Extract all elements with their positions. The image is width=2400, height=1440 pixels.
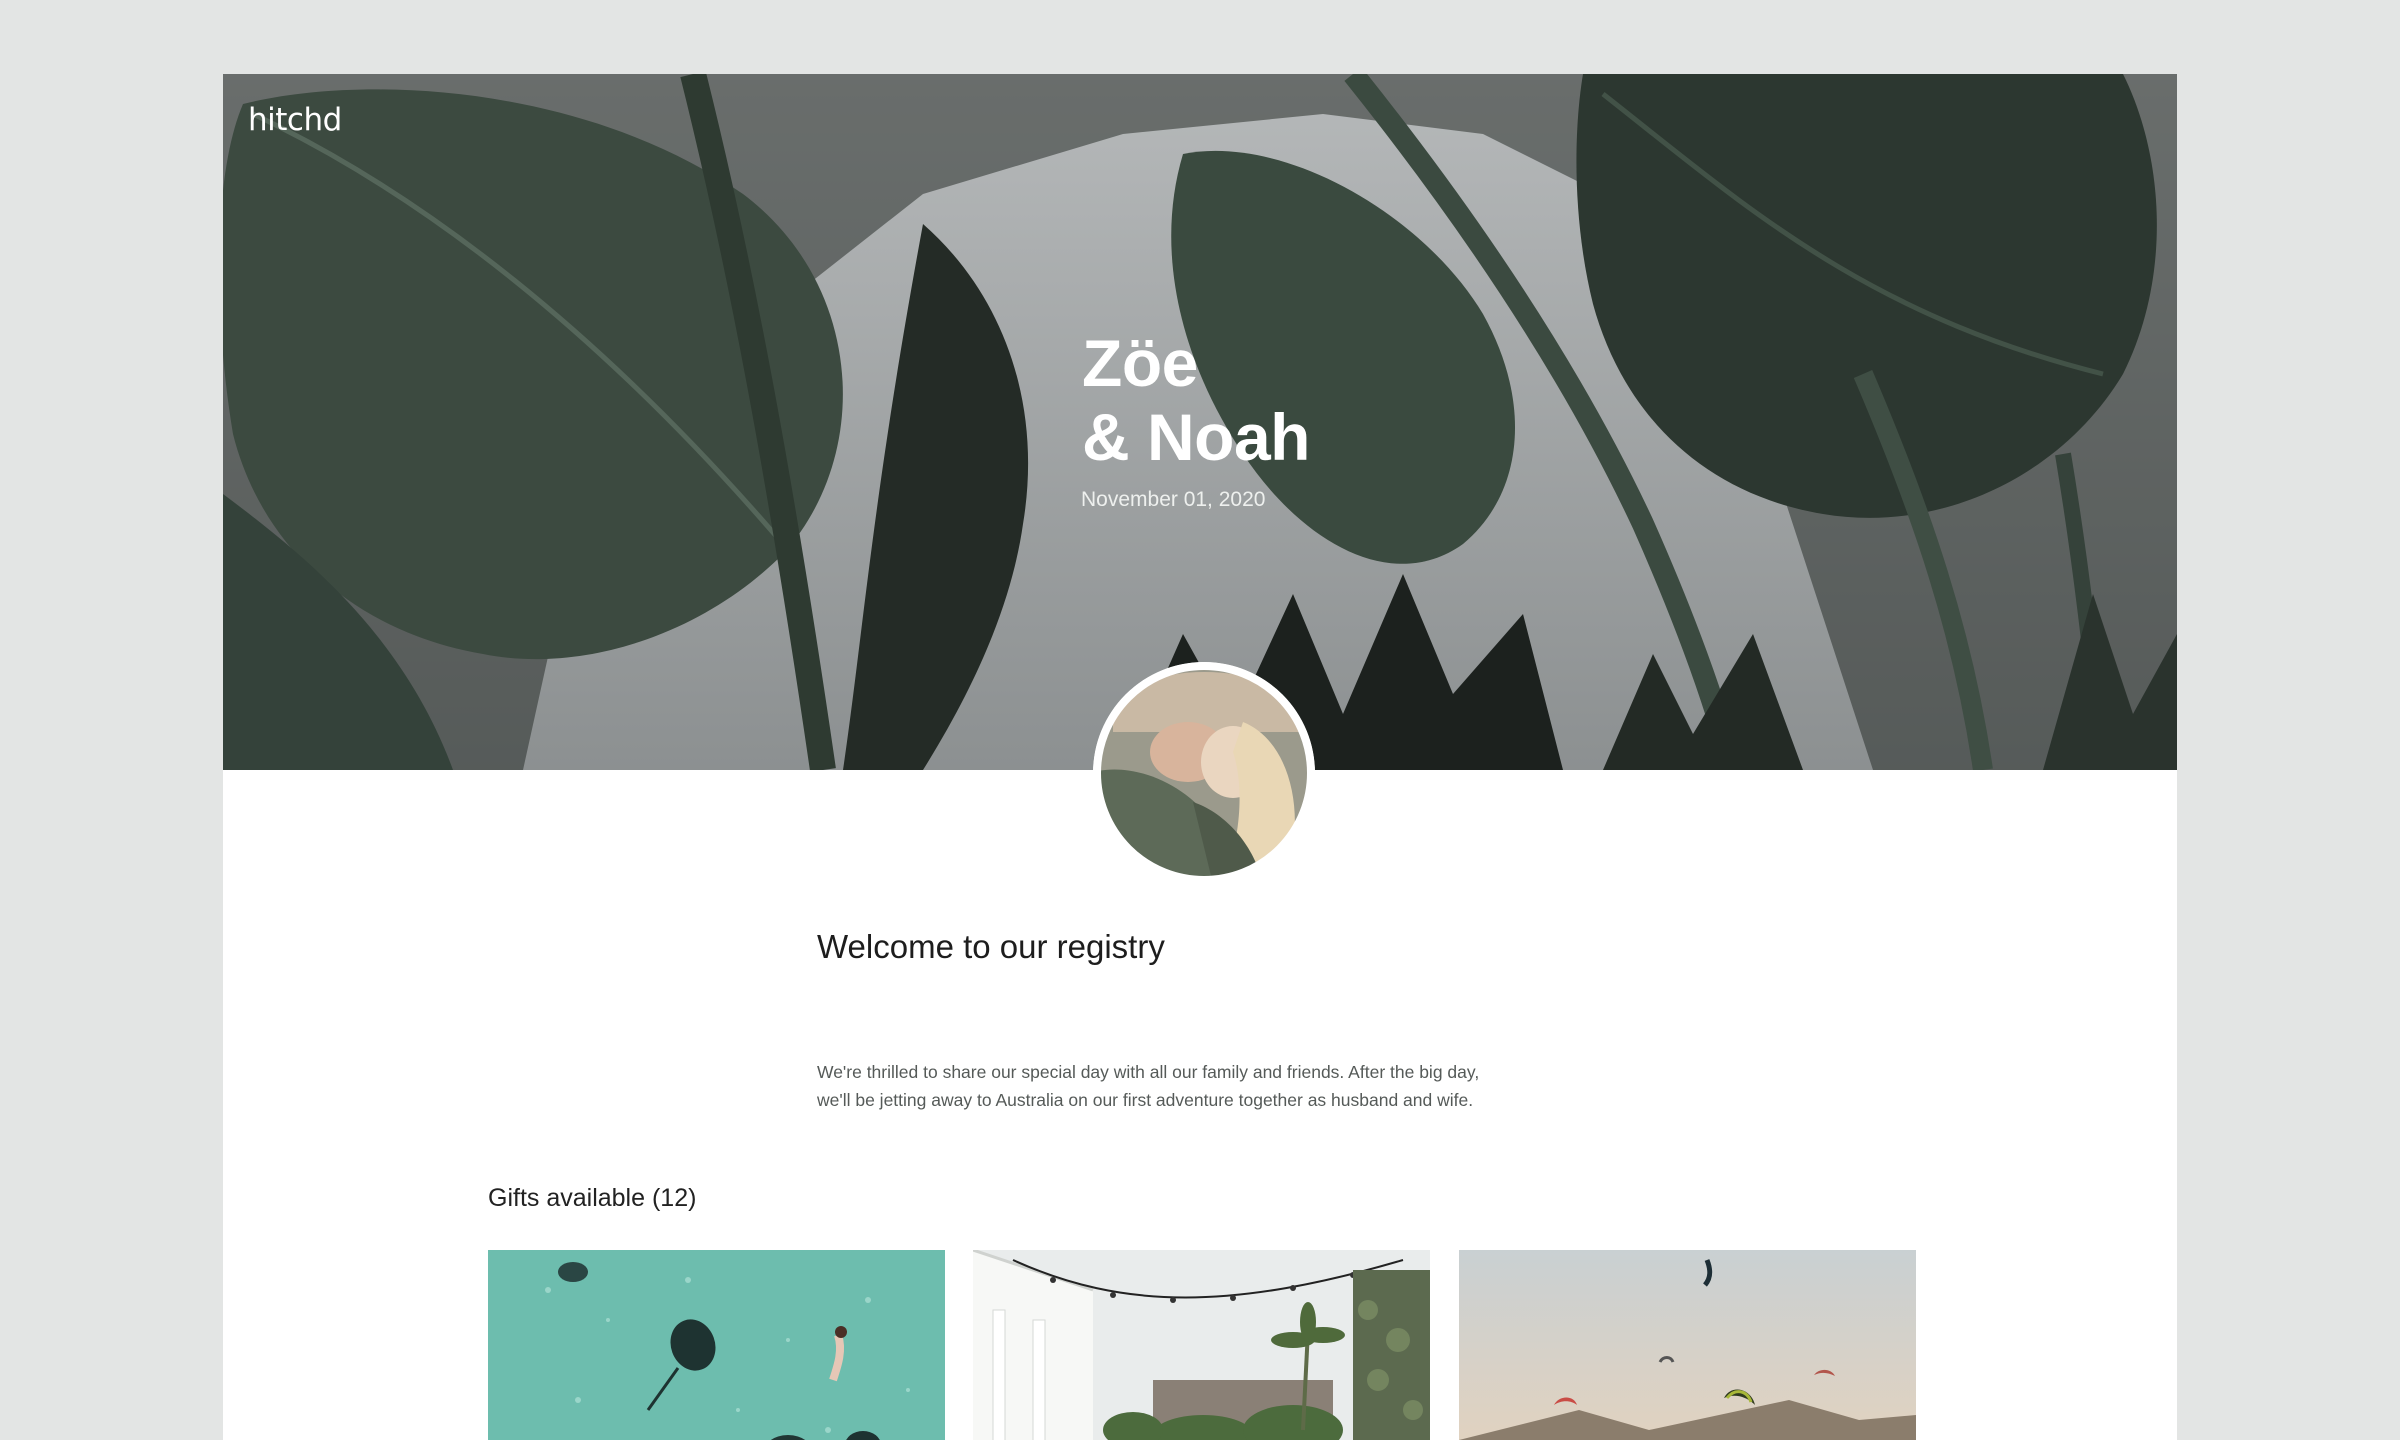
gifts-heading: Gifts available (12) [488,1184,697,1212]
gift-card[interactable] [488,1250,945,1440]
welcome-message-line-1: We're thrilled to share our special day … [817,1062,1480,1082]
hitchd-logo[interactable]: hitchd [248,102,342,138]
registry-page: hitchd Zöe & Noah November 01, 2020 Welc… [223,74,2177,1440]
wedding-date: November 01, 2020 [1081,488,1266,511]
couple-portrait-photo [1093,662,1315,884]
welcome-message-line-2: we'll be jetting away to Australia on ou… [817,1090,1474,1110]
couple-name-second: & Noah [1082,400,1311,474]
gift-card[interactable] [973,1250,1430,1440]
gift-image-ocean [488,1250,945,1440]
welcome-message: We're thrilled to share our special day … [817,1058,1617,1114]
couple-name-first: Zöe [1082,326,1198,400]
welcome-title: Welcome to our registry [817,928,1165,965]
gift-card[interactable] [1459,1250,1916,1440]
couple-avatar [1093,662,1315,884]
couple-names: Zöe & Noah [1082,326,1311,474]
logo-text: hitchd [248,102,342,138]
gift-image-courtyard [973,1250,1430,1440]
gift-image-kitesurf [1459,1250,1916,1440]
